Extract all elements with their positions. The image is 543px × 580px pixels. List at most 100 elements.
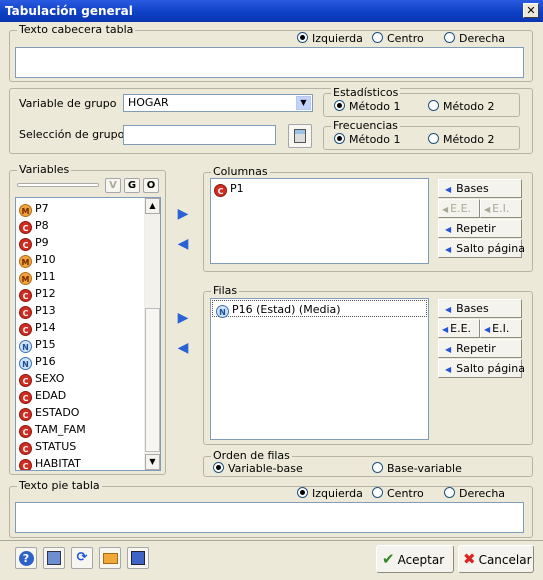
variables-list[interactable]: M P7 C P8 C P9 M P10 M P11 C P12 C P13 C P14 N P15 N P16 C SE… — [15, 197, 161, 471]
chevron-down-icon[interactable]: ▼ — [296, 96, 311, 110]
list-item[interactable]: C P13 — [16, 302, 144, 319]
list-item[interactable]: C P9 — [16, 234, 144, 251]
list-item[interactable]: M P11 — [16, 268, 144, 285]
arrow-left-icon: ◀ — [445, 305, 452, 314]
close-button[interactable]: ✕ — [523, 3, 539, 18]
filter-v-button[interactable]: V — [105, 178, 121, 193]
list-item[interactable]: N P16 — [16, 353, 144, 370]
group-sel-label: Selección de grupo — [19, 128, 125, 141]
group-sel-input[interactable] — [123, 125, 276, 145]
list-item[interactable]: C HABITAT — [16, 455, 144, 470]
radio-icon — [334, 133, 345, 144]
button-label: E.E. — [450, 322, 472, 335]
orden-base-variable[interactable]: Base-variable — [372, 462, 462, 476]
columnas-salto-button[interactable]: ◀ Salto página — [438, 239, 525, 258]
radio-icon — [213, 462, 224, 473]
variables-scrollbar[interactable]: ▲ ▼ — [144, 198, 160, 470]
scroll-up-icon[interactable]: ▲ — [145, 198, 160, 214]
estadisticos-label: Estadísticos — [331, 86, 401, 99]
radio-label: Centro — [387, 487, 424, 500]
filas-ei-button[interactable]: ◀ E.I. — [480, 319, 522, 338]
list-item[interactable]: C TAM_FAM — [16, 421, 144, 438]
header-align-right[interactable]: Derecha — [444, 32, 505, 46]
list-item[interactable]: M P7 — [16, 200, 144, 217]
button-label: Salto página — [456, 242, 525, 255]
radio-label: Base-variable — [387, 462, 462, 475]
header-align-center[interactable]: Centro — [372, 32, 424, 46]
multiple-variable-icon: M — [19, 204, 32, 217]
radio-label: Variable-base — [228, 462, 303, 475]
list-item-label: HABITAT — [35, 457, 81, 470]
columnas-ei-button[interactable]: ◀ E.I. — [480, 199, 522, 218]
arrow-left-icon: ◀ — [177, 340, 189, 356]
list-item[interactable]: C P1 — [211, 180, 428, 197]
filas-repetir-button[interactable]: ◀ Repetir — [438, 339, 522, 358]
multiple-variable-icon: M — [19, 272, 32, 285]
scroll-down-icon[interactable]: ▼ — [145, 454, 160, 470]
add-to-rows-button[interactable]: ▶ — [172, 308, 194, 328]
filas-salto-button[interactable]: ◀ Salto página — [438, 359, 525, 378]
footer-align-right[interactable]: Derecha — [444, 487, 505, 501]
accept-button[interactable]: ✔ Aceptar — [376, 545, 454, 573]
cancel-icon: ✖ — [463, 550, 476, 568]
frecuencias-metodo2[interactable]: Método 2 — [428, 133, 495, 147]
button-label: Bases — [456, 182, 489, 195]
filter-g-button[interactable]: G — [124, 178, 140, 193]
list-item[interactable]: C STATUS — [16, 438, 144, 455]
footer-text-input[interactable] — [15, 502, 524, 533]
radio-label: Centro — [387, 32, 424, 45]
list-item[interactable]: C ESTADO — [16, 404, 144, 421]
button-label: Aceptar — [397, 553, 445, 567]
list-item[interactable]: C SEXO — [16, 370, 144, 387]
orden-variable-base[interactable]: Variable-base — [213, 462, 303, 476]
arrow-left-icon: ◀ — [442, 205, 449, 214]
cancel-button[interactable]: ✖ Cancelar — [458, 545, 534, 573]
estadisticos-metodo1[interactable]: Método 1 — [334, 100, 401, 114]
help-button[interactable]: ? — [15, 547, 37, 569]
filas-bases-button[interactable]: ◀ Bases — [438, 299, 522, 318]
remove-from-columns-button[interactable]: ◀ — [172, 234, 194, 254]
orden-label: Orden de filas — [211, 449, 292, 462]
list-item[interactable]: M P10 — [16, 251, 144, 268]
columnas-repetir-button[interactable]: ◀ Repetir — [438, 219, 522, 238]
arrow-left-icon: ◀ — [484, 325, 491, 334]
list-item-label: P1 — [230, 182, 244, 195]
refresh-button[interactable]: ⟳ — [71, 547, 93, 569]
list-item[interactable]: C P8 — [16, 217, 144, 234]
add-to-columns-button[interactable]: ▶ — [172, 204, 194, 224]
filas-label: Filas — [211, 284, 240, 297]
categorical-variable-icon: C — [19, 391, 32, 404]
list-item[interactable]: N P15 — [16, 336, 144, 353]
columnas-list[interactable]: C P1 — [210, 178, 429, 264]
group-var-value: HOGAR — [128, 96, 169, 109]
header-align-left[interactable]: Izquierda — [297, 32, 363, 46]
list-item[interactable]: C P12 — [16, 285, 144, 302]
filas-list[interactable]: N P16 (Estad) (Media) — [210, 298, 429, 440]
filter-o-button[interactable]: O — [143, 178, 159, 193]
footer-text-label: Texto pie tabla — [17, 479, 102, 492]
radio-icon — [334, 100, 345, 111]
filas-ee-button[interactable]: ◀ E.E. — [438, 319, 480, 338]
header-text-input[interactable] — [15, 47, 524, 78]
footer-align-left[interactable]: Izquierda — [297, 487, 363, 501]
list-item[interactable]: C P14 — [16, 319, 144, 336]
columnas-ee-button[interactable]: ◀ E.E. — [438, 199, 480, 218]
numeric-variable-icon: N — [216, 305, 229, 318]
settings-button[interactable] — [43, 547, 65, 569]
columnas-bases-button[interactable]: ◀ Bases — [438, 179, 522, 198]
calculator-icon — [294, 129, 306, 143]
group-var-select[interactable]: HOGAR ▼ — [123, 94, 313, 112]
scrollbar-thumb[interactable] — [145, 308, 160, 452]
calculator-button[interactable] — [288, 124, 312, 148]
estadisticos-metodo2[interactable]: Método 2 — [428, 100, 495, 114]
list-item[interactable]: C EDAD — [16, 387, 144, 404]
list-item[interactable]: N P16 (Estad) (Media) — [212, 300, 427, 318]
arrow-left-icon: ◀ — [484, 205, 491, 214]
footer-align-center[interactable]: Centro — [372, 487, 424, 501]
save-button[interactable] — [127, 547, 149, 569]
frecuencias-metodo1[interactable]: Método 1 — [334, 133, 401, 147]
list-item-label: P11 — [35, 270, 56, 283]
remove-from-rows-button[interactable]: ◀ — [172, 338, 194, 358]
open-folder-button[interactable] — [99, 547, 121, 569]
frecuencias-label: Frecuencias — [331, 119, 400, 132]
